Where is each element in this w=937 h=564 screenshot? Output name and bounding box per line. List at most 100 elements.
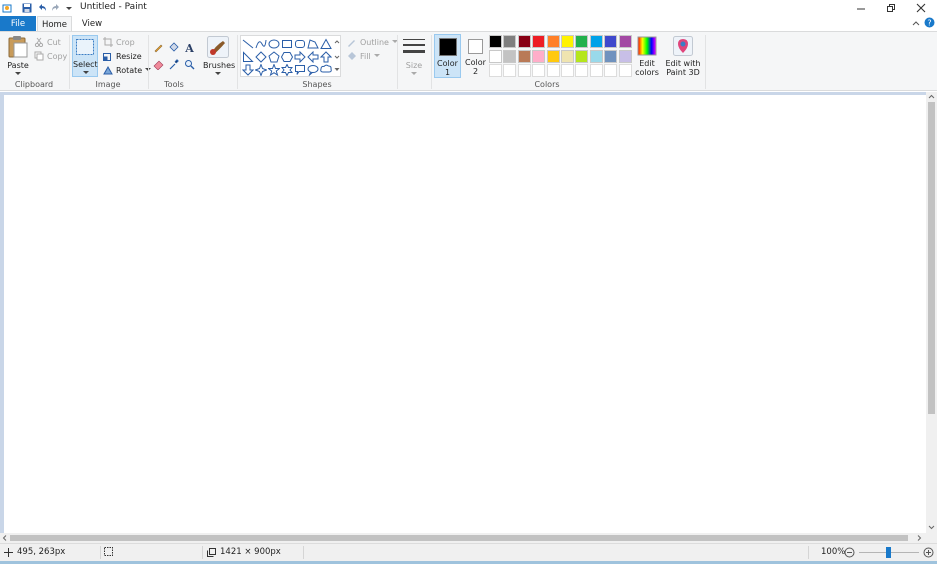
palette-swatch[interactable]: [532, 49, 546, 63]
cut-button[interactable]: Cut: [34, 36, 61, 48]
palette-swatch[interactable]: [575, 49, 589, 63]
fill-button[interactable]: Fill: [346, 50, 380, 62]
close-button[interactable]: [906, 0, 936, 16]
horizontal-scroll-thumb[interactable]: [10, 535, 908, 541]
diamond-shape-icon[interactable]: [255, 51, 267, 63]
scroll-down-icon[interactable]: [926, 523, 937, 531]
scroll-up-icon[interactable]: [926, 93, 937, 101]
palette-swatch[interactable]: [517, 49, 531, 63]
paint3d-label-line2: Paint 3D: [666, 68, 700, 77]
crop-button[interactable]: Crop: [103, 36, 135, 48]
shapes-scroll-icon[interactable]: [334, 38, 340, 74]
drawing-canvas[interactable]: [4, 95, 926, 533]
undo-icon[interactable]: [36, 2, 48, 14]
palette-swatch[interactable]: [604, 49, 618, 63]
eraser-icon[interactable]: [152, 58, 165, 71]
custom-color-slot[interactable]: [575, 64, 589, 77]
zoom-in-icon[interactable]: [923, 547, 934, 558]
save-icon[interactable]: [21, 2, 33, 14]
left-arrow-shape-icon[interactable]: [307, 51, 319, 63]
five-point-star-shape-icon[interactable]: [268, 64, 280, 76]
palette-swatch[interactable]: [575, 35, 589, 48]
custom-color-slot[interactable]: [546, 64, 560, 77]
hexagon-shape-icon[interactable]: [281, 51, 293, 63]
redo-icon[interactable]: [50, 2, 62, 14]
four-point-star-shape-icon[interactable]: [255, 64, 267, 76]
palette-swatch[interactable]: [618, 35, 632, 48]
oval-callout-shape-icon[interactable]: [307, 64, 319, 76]
palette-swatch[interactable]: [503, 35, 517, 48]
pentagon-shape-icon[interactable]: [268, 51, 280, 63]
paint-app-icon[interactable]: [1, 2, 13, 14]
horizontal-scrollbar[interactable]: [0, 533, 926, 543]
palette-swatch[interactable]: [517, 35, 531, 48]
minimize-ribbon-icon[interactable]: [912, 19, 920, 30]
palette-swatch[interactable]: [561, 35, 574, 48]
brushes-button[interactable]: Brushes: [203, 35, 235, 77]
six-point-star-shape-icon[interactable]: [281, 64, 293, 76]
palette-swatch[interactable]: [604, 35, 618, 48]
cloud-callout-shape-icon[interactable]: [320, 64, 332, 76]
custom-color-slot[interactable]: [561, 64, 574, 77]
rotate-button[interactable]: Rotate: [103, 64, 152, 76]
customize-quick-access-icon[interactable]: [63, 2, 75, 14]
color1-button[interactable]: Color 1: [434, 34, 461, 78]
edit-with-paint3d-button[interactable]: Edit with Paint 3D: [664, 35, 702, 77]
palette-swatch[interactable]: [532, 35, 546, 48]
edit-colors-button[interactable]: Edit colors: [634, 35, 660, 77]
vertical-scrollbar[interactable]: [926, 92, 937, 533]
line-shape-icon[interactable]: [242, 38, 254, 50]
pencil-icon[interactable]: [152, 41, 165, 54]
tab-file[interactable]: File: [0, 16, 36, 31]
select-button[interactable]: Select: [72, 35, 98, 77]
custom-color-slot[interactable]: [532, 64, 546, 77]
scroll-left-icon[interactable]: [1, 533, 9, 543]
paste-button[interactable]: Paste: [6, 35, 30, 77]
down-arrow-shape-icon[interactable]: [242, 64, 254, 76]
palette-swatch[interactable]: [546, 49, 560, 63]
custom-color-slot[interactable]: [604, 64, 618, 77]
palette-swatch[interactable]: [503, 49, 517, 63]
custom-color-slot[interactable]: [489, 64, 502, 77]
restore-button[interactable]: [876, 0, 906, 16]
rectangular-callout-shape-icon[interactable]: [294, 64, 306, 76]
palette-swatch[interactable]: [546, 35, 560, 48]
palette-swatch[interactable]: [589, 49, 603, 63]
rectangle-shape-icon[interactable]: [281, 38, 293, 50]
polygon-shape-icon[interactable]: [307, 38, 319, 50]
tab-view[interactable]: View: [76, 16, 108, 31]
custom-color-slot[interactable]: [503, 64, 517, 77]
zoom-slider-thumb[interactable]: [886, 547, 891, 558]
zoom-out-icon[interactable]: [844, 547, 855, 558]
text-icon[interactable]: A: [183, 41, 196, 54]
scroll-right-icon[interactable]: [915, 533, 923, 543]
right-arrow-shape-icon[interactable]: [294, 51, 306, 63]
triangle-shape-icon[interactable]: [320, 38, 332, 50]
right-triangle-shape-icon[interactable]: [242, 51, 254, 63]
custom-color-slot[interactable]: [589, 64, 603, 77]
resize-button[interactable]: Resize: [103, 50, 142, 62]
palette-swatch[interactable]: [489, 35, 502, 48]
rounded-rectangle-shape-icon[interactable]: [294, 38, 306, 50]
oval-shape-icon[interactable]: [268, 38, 280, 50]
curve-shape-icon[interactable]: [255, 38, 267, 50]
minimize-button[interactable]: [846, 0, 876, 16]
palette-swatch[interactable]: [489, 49, 502, 63]
palette-swatch[interactable]: [561, 49, 574, 63]
custom-color-slot[interactable]: [618, 64, 632, 77]
magnifier-icon[interactable]: [183, 58, 196, 71]
custom-color-slot[interactable]: [517, 64, 531, 77]
help-icon[interactable]: ?: [924, 17, 935, 31]
color-picker-icon[interactable]: [167, 58, 180, 71]
size-button[interactable]: Size: [400, 35, 428, 77]
resize-icon: [103, 53, 111, 61]
copy-button[interactable]: Copy: [34, 50, 67, 62]
fill-bucket-icon[interactable]: [167, 41, 180, 54]
palette-swatch[interactable]: [589, 35, 603, 48]
tab-home[interactable]: Home: [37, 16, 72, 32]
outline-button[interactable]: Outline: [346, 36, 398, 48]
color2-button[interactable]: Color 2: [463, 34, 488, 78]
vertical-scroll-thumb[interactable]: [928, 102, 935, 414]
up-arrow-shape-icon[interactable]: [320, 51, 332, 63]
palette-swatch[interactable]: [618, 49, 632, 63]
